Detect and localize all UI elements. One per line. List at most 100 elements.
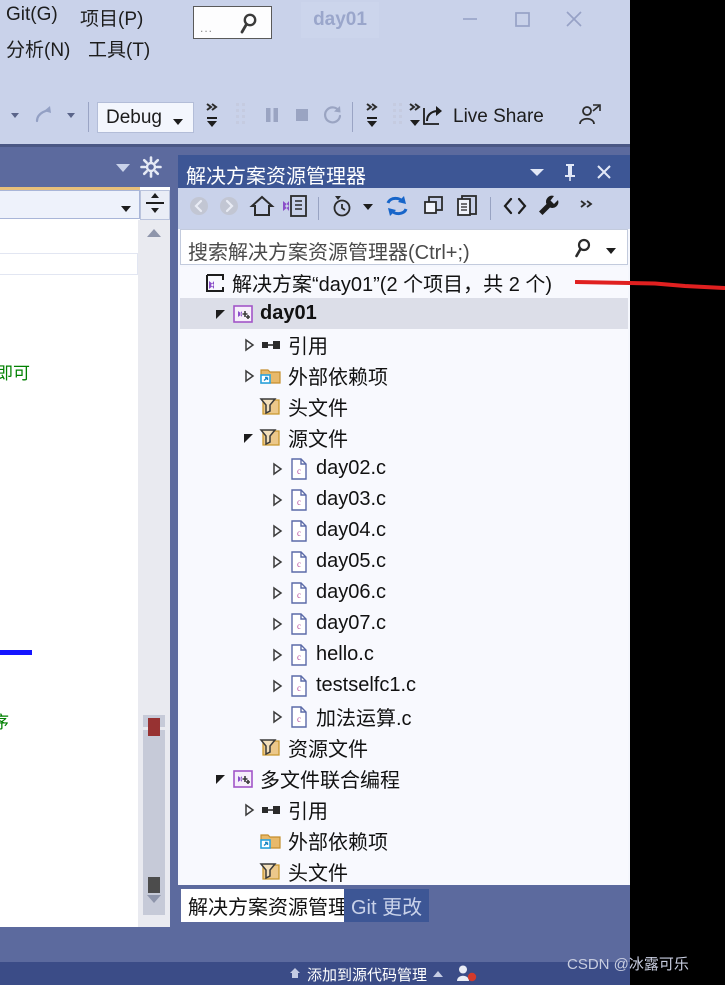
scrollbar-error-marker — [148, 718, 160, 736]
expander-expand-icon[interactable] — [268, 515, 286, 546]
step-into-button[interactable] — [200, 88, 228, 146]
maximize-button[interactable] — [496, 0, 548, 38]
expander-expand-icon[interactable] — [268, 701, 286, 732]
collapse-all-icon — [421, 193, 447, 224]
tree-item[interactable]: 外部依赖项 — [180, 360, 628, 391]
tree-item[interactable]: 解决方案“day01”(2 个项目，共 2 个) — [180, 267, 628, 298]
tree-item[interactable]: c day05.c — [180, 546, 628, 577]
split-view-icon — [144, 192, 166, 219]
tree-item[interactable]: c day03.c — [180, 484, 628, 515]
menu-item-analyze[interactable]: 分析(N) — [6, 35, 70, 62]
pending-changes-dropdown[interactable] — [358, 188, 378, 229]
quick-launch-search[interactable]: ... — [193, 6, 272, 39]
c-file-icon: c — [286, 484, 312, 515]
home-button[interactable] — [246, 188, 278, 229]
expander-expand-icon[interactable] — [268, 453, 286, 484]
filter-folder-icon — [258, 422, 284, 453]
toolbar-overflow-button[interactable] — [574, 188, 600, 229]
minimize-button[interactable] — [444, 0, 496, 38]
refresh-button[interactable] — [380, 188, 414, 229]
menu-item-tools[interactable]: 工具(T) — [88, 35, 150, 62]
redo-dropdown-button[interactable] — [58, 88, 84, 146]
pin-icon[interactable] — [557, 155, 583, 188]
tree-item[interactable]: c hello.c — [180, 639, 628, 670]
split-view-button[interactable] — [140, 190, 170, 220]
home-icon — [249, 193, 275, 224]
tree-item[interactable]: 头文件 — [180, 856, 628, 885]
editor-vertical-scrollbar[interactable] — [138, 220, 170, 927]
stop-button[interactable] — [288, 88, 316, 146]
tree-item[interactable]: 资源文件 — [180, 732, 628, 763]
search-icon — [238, 11, 264, 42]
solution-configuration-dropdown[interactable]: Debug — [97, 102, 194, 133]
step-dotted-icon — [231, 100, 253, 135]
tree-item[interactable]: 外部依赖项 — [180, 825, 628, 856]
search-icon[interactable] — [573, 236, 597, 265]
expander-expand-icon[interactable] — [268, 670, 286, 701]
tree-item[interactable]: c testselfc1.c — [180, 670, 628, 701]
expander-collapse-icon[interactable] — [212, 298, 230, 329]
restart-button[interactable] — [318, 88, 348, 146]
share-arrow-icon — [420, 102, 446, 133]
close-icon[interactable] — [591, 155, 617, 188]
pause-button[interactable] — [258, 88, 286, 146]
undo-dropdown-button[interactable] — [2, 88, 28, 146]
solution-view-button[interactable] — [278, 188, 312, 229]
tree-item[interactable]: c day02.c — [180, 453, 628, 484]
status-bar: 添加到源代码管理 — [0, 962, 630, 985]
editor-text-area[interactable]: 即可 序 顺序，类型，调用类型 — [0, 220, 138, 927]
chevron-down-icon[interactable] — [604, 244, 618, 262]
tree-item[interactable]: day01 — [180, 298, 628, 329]
show-all-files-button[interactable] — [452, 188, 484, 229]
gear-icon[interactable] — [140, 156, 162, 183]
scroll-up-arrow-icon[interactable] — [145, 226, 163, 245]
tree-item-label: hello.c — [316, 643, 374, 665]
expander-collapse-icon[interactable] — [212, 763, 230, 794]
tree-item[interactable]: c 加法运算.c — [180, 701, 628, 732]
properties-button[interactable] — [532, 188, 566, 229]
step-over-button[interactable] — [360, 88, 388, 146]
tree-item[interactable]: 引用 — [180, 794, 628, 825]
tree-item[interactable]: c day07.c — [180, 608, 628, 639]
expander-collapse-icon[interactable] — [240, 422, 258, 453]
account-button[interactable] — [570, 88, 610, 146]
live-share-button[interactable]: Live Share — [420, 88, 544, 146]
tree-item[interactable]: c day06.c — [180, 577, 628, 608]
window-tab-day01[interactable]: day01 — [301, 2, 379, 38]
expander-expand-icon[interactable] — [240, 360, 258, 391]
chevron-down-icon[interactable] — [114, 161, 132, 180]
expander-expand-icon[interactable] — [268, 546, 286, 577]
tab-git-changes[interactable]: Git 更改 — [344, 889, 430, 922]
scroll-down-arrow-icon[interactable] — [145, 892, 163, 911]
solution-tree[interactable]: 解决方案“day01”(2 个项目，共 2 个) day01 引用 外部依赖项 头文件源… — [180, 267, 628, 885]
redo-button[interactable] — [28, 88, 58, 146]
back-button[interactable] — [184, 188, 214, 229]
menu-item-project[interactable]: 项目(P) — [80, 4, 143, 31]
tree-item[interactable]: c day04.c — [180, 515, 628, 546]
status-account[interactable] — [455, 964, 477, 985]
step-dotted-button[interactable] — [228, 88, 256, 146]
forward-button[interactable] — [214, 188, 244, 229]
solution-explorer-search-input[interactable]: 搜索解决方案资源管理器(Ctrl+;) — [180, 229, 628, 265]
status-source-control[interactable]: 添加到源代码管理 — [288, 964, 444, 985]
expander-expand-icon[interactable] — [268, 577, 286, 608]
expander-expand-icon[interactable] — [268, 484, 286, 515]
panel-dropdown-button[interactable] — [524, 155, 550, 188]
tree-item-label: 加法运算.c — [316, 708, 412, 730]
member-dropdown[interactable] — [0, 190, 140, 219]
expander-expand-icon[interactable] — [240, 329, 258, 360]
view-code-button[interactable] — [498, 188, 532, 229]
expander-expand-icon[interactable] — [240, 794, 258, 825]
menu-item-git[interactable]: Git(G) — [6, 4, 58, 26]
expander-expand-icon[interactable] — [268, 639, 286, 670]
close-button[interactable] — [548, 0, 600, 38]
tree-item[interactable]: 源文件 — [180, 422, 628, 453]
external-deps-icon — [258, 360, 284, 391]
pending-changes-button[interactable] — [326, 188, 358, 229]
expander-expand-icon[interactable] — [268, 608, 286, 639]
c-file-icon: c — [286, 701, 312, 732]
tree-item[interactable]: 引用 — [180, 329, 628, 360]
tree-item[interactable]: 头文件 — [180, 391, 628, 422]
collapse-all-button[interactable] — [418, 188, 450, 229]
tree-item[interactable]: 多文件联合编程 — [180, 763, 628, 794]
